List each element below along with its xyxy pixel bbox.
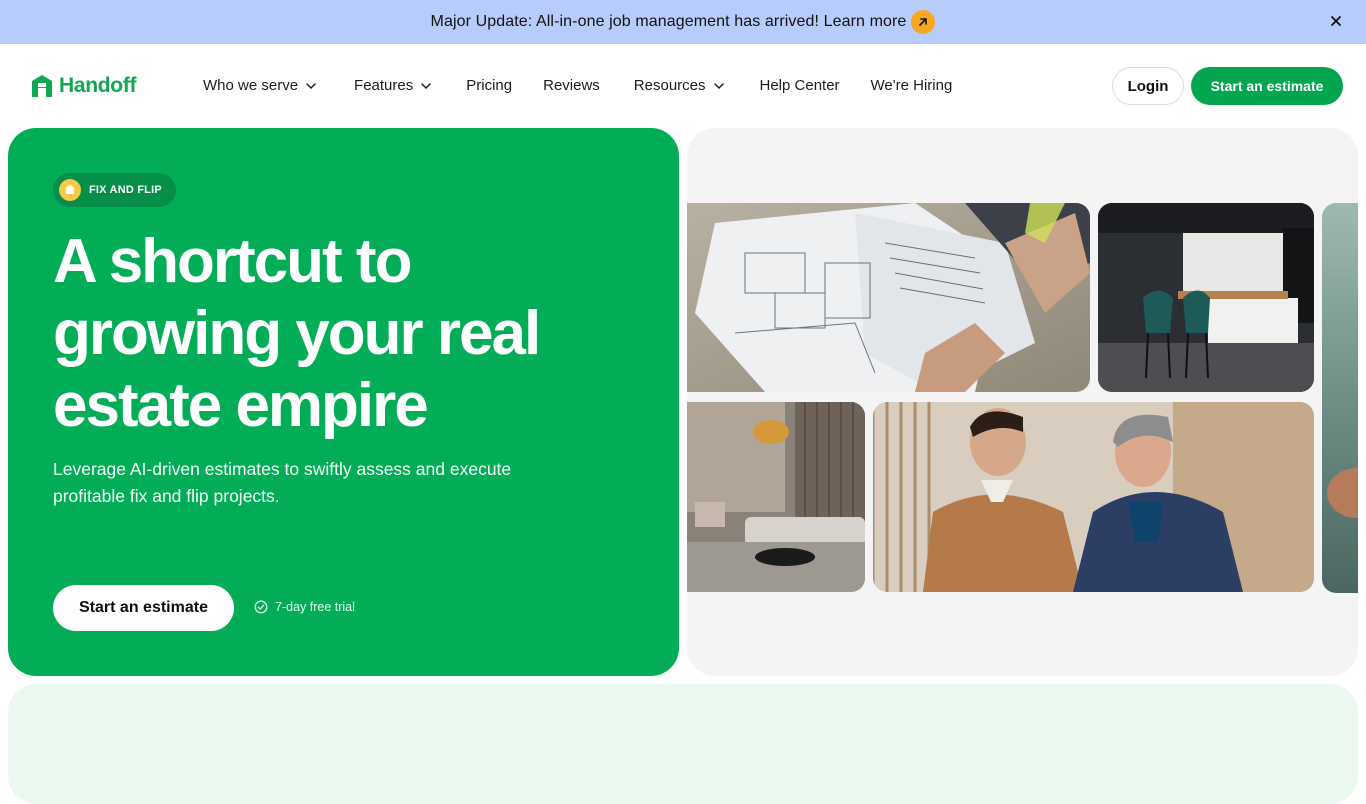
announcement-text[interactable]: Major Update: All-in-one job management … [431,13,907,31]
nav-item-help-center[interactable]: Help Center [760,77,840,94]
nav-item-who-we-serve[interactable]: Who we serve [203,77,318,94]
nav-item-label: Help Center [759,77,840,94]
nav-item-reviews[interactable]: Reviews [543,77,600,94]
nav-item-label: We're Hiring [870,77,953,94]
outdoor-photo [1322,203,1358,593]
chevron-down-icon [421,82,431,89]
kitchen-photo [1098,203,1314,392]
start-estimate-nav-button[interactable]: Start an estimate [1191,67,1343,105]
hero-title: A shortcut to growing your real estate e… [53,227,541,440]
logo-text: Handoff [59,74,137,97]
nav-item-pricing[interactable]: Pricing [466,77,512,94]
nav-item-label: Features [354,77,414,94]
nav-item-label: Resources [633,77,706,94]
chevron-down-icon [306,82,316,89]
logo[interactable]: Handoff [30,74,137,98]
nav-item-label: Reviews [543,77,600,94]
living-room-photo [687,402,865,592]
check-circle-icon [254,600,268,614]
hero-card: FIX AND FLIP A shortcut to growing your … [8,128,679,676]
blueprint-photo [687,203,1090,392]
photo-gallery [687,128,1358,676]
arrow-up-right-icon[interactable] [911,10,936,34]
close-icon[interactable] [1326,11,1346,31]
nav-item-hiring[interactable]: We're Hiring [871,77,953,94]
category-badge: FIX AND FLIP [53,173,176,207]
announcement-bar: Major Update: All-in-one job management … [0,0,1366,44]
people-photo [873,402,1314,592]
nav-item-label: Who we serve [203,77,299,94]
nav-item-features[interactable]: Features [354,77,433,94]
fix-flip-icon [59,179,81,201]
nav-item-label: Pricing [466,77,513,94]
badge-label: FIX AND FLIP [89,184,162,196]
login-button[interactable]: Login [1112,67,1184,105]
start-estimate-hero-button[interactable]: Start an estimate [53,585,234,631]
hero-subtitle: Leverage AI-driven estimates to swiftly … [53,459,512,506]
chevron-down-icon [713,82,724,89]
nav-item-resources[interactable]: Resources [634,77,726,94]
nav-links: Who we serve Features Pricing Reviews Re… [203,77,952,94]
handoff-logo-icon [32,75,52,97]
free-trial-note: 7-day free trial [254,600,355,614]
main-nav: Handoff Who we serve Features Pricing Re… [0,44,1366,128]
next-section [8,684,1358,804]
free-trial-text: 7-day free trial [275,600,355,614]
